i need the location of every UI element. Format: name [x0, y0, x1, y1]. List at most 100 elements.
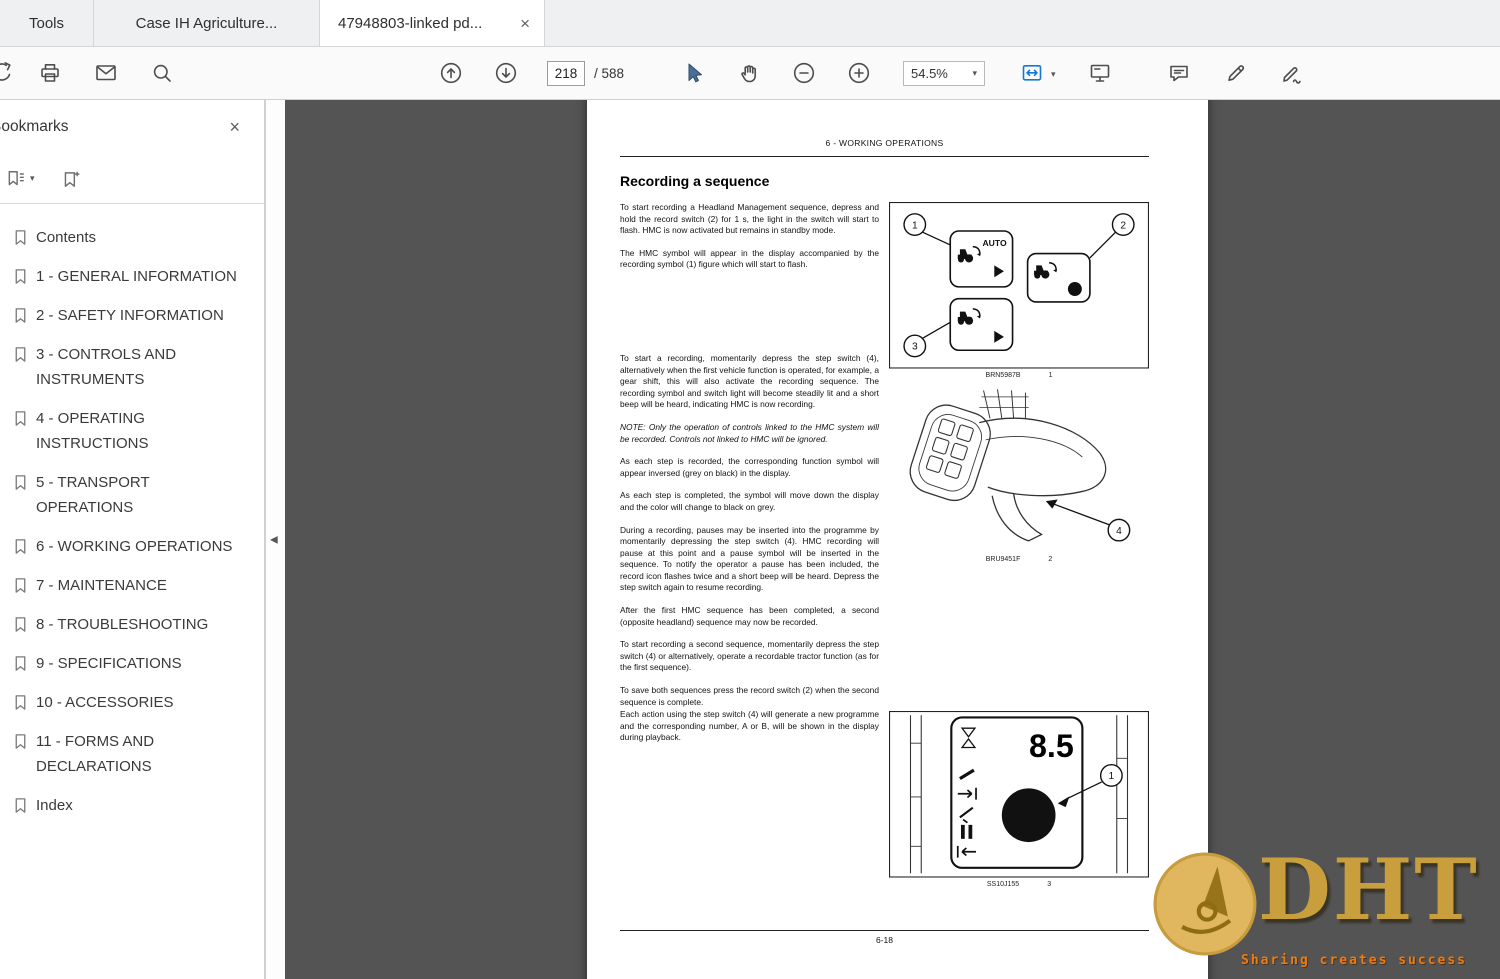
share-icon: [0, 61, 14, 85]
page-separator: /: [594, 66, 598, 81]
select-tool-button[interactable]: [680, 59, 708, 87]
print-button[interactable]: [36, 59, 64, 87]
sidebar-item-safety-information[interactable]: 2 - SAFETY INFORMATION: [12, 296, 238, 335]
figure2-illustration: 4: [889, 384, 1149, 554]
bookmark-icon: [12, 694, 29, 711]
collapse-panel-icon[interactable]: ◀: [270, 534, 278, 545]
display-value: 8.5: [1029, 728, 1074, 764]
figure-number: 2: [1048, 556, 1052, 563]
bookmarks-toolbar: ▾: [0, 154, 264, 204]
sidebar-item-transport-operations[interactable]: 5 - TRANSPORT OPERATIONS: [12, 463, 238, 527]
fill-sign-button[interactable]: [1222, 59, 1250, 87]
search-button[interactable]: [148, 59, 176, 87]
close-tab-icon[interactable]: ×: [520, 15, 530, 32]
plus-circle-icon: [847, 61, 871, 85]
sidebar-item-specifications[interactable]: 9 - SPECIFICATIONS: [12, 644, 238, 683]
tab-document-2[interactable]: 47948803-linked pd... ×: [320, 0, 545, 46]
panel-splitter[interactable]: ◀: [265, 100, 285, 979]
comment-icon: [1167, 61, 1191, 85]
bookmarks-panel: Bookmarks × ▾ Contents: [0, 100, 265, 979]
bookmark-icon: [12, 410, 29, 427]
running-header: 6 - WORKING OPERATIONS: [620, 138, 1149, 148]
chevron-down-icon: ▾: [30, 173, 35, 184]
email-icon: [94, 61, 118, 85]
figure-display: 8.5: [889, 711, 1149, 888]
sidebar-item-general-information[interactable]: 1 - GENERAL INFORMATION: [12, 257, 238, 296]
arrow-down-circle-icon: [494, 61, 518, 85]
figure1-illustration: AUTO: [889, 202, 1149, 369]
sidebar-item-contents[interactable]: Contents: [12, 218, 238, 257]
bookmark-icon: [12, 577, 29, 594]
figure-column: AUTO: [889, 202, 1149, 888]
share-button[interactable]: [0, 59, 16, 87]
paragraph: The HMC symbol will appear in the displa…: [620, 248, 879, 271]
bookmark-icon: [12, 346, 29, 363]
sidebar-item-index[interactable]: Index: [12, 786, 238, 825]
tab-tools[interactable]: Tools: [0, 0, 94, 46]
paragraph: As each step is completed, the symbol wi…: [620, 490, 879, 513]
signature-pen-icon: [1280, 61, 1304, 85]
page-count-label: / 588: [594, 66, 624, 81]
bookmark-icon: [12, 268, 29, 285]
cursor-icon: [682, 61, 706, 85]
watermark-brand: DHT: [1258, 848, 1479, 932]
callout-4: 4: [1116, 525, 1122, 536]
paragraph: To save both sequences press the record …: [620, 685, 879, 708]
page-number-footer: 6-18: [620, 935, 1149, 945]
add-bookmark-button[interactable]: [61, 169, 81, 189]
fit-width-icon: [1020, 61, 1044, 85]
sidebar-item-forms-and-declarations[interactable]: 11 - FORMS AND DECLARATIONS: [12, 722, 238, 786]
figure-code: BRU9451F: [986, 556, 1021, 563]
fit-width-button[interactable]: [1018, 59, 1046, 87]
paragraph: To start recording a Headland Management…: [620, 202, 879, 237]
zoom-value: 54.5%: [911, 66, 948, 81]
header-rule: [620, 156, 1149, 157]
tab-tools-label: Tools: [29, 15, 64, 32]
bookmarks-panel-title: Bookmarks: [0, 118, 69, 136]
bookmark-icon: [12, 538, 29, 555]
zoom-select[interactable]: 54.5% ▾: [903, 61, 985, 86]
email-button[interactable]: [92, 59, 120, 87]
bookmark-icon: [12, 474, 29, 491]
figure-armrest: 4 BRU9451F 2: [889, 384, 1149, 564]
main-area: Bookmarks × ▾ Contents: [0, 100, 1500, 979]
paragraph: To start a recording, momentarily depres…: [620, 353, 879, 411]
zoom-out-button[interactable]: [790, 59, 818, 87]
paragraph: As each step is recorded, the correspond…: [620, 456, 879, 479]
close-panel-icon[interactable]: ×: [229, 117, 240, 138]
callout-2: 2: [1120, 220, 1126, 231]
sidebar-item-accessories[interactable]: 10 - ACCESSORIES: [12, 683, 238, 722]
tab-document-1[interactable]: Case IH Agriculture...: [94, 0, 320, 46]
page-number-input[interactable]: [547, 61, 585, 86]
paragraph: After the first HMC sequence has been co…: [620, 605, 879, 628]
paragraph: Each action using the step switch (4) wi…: [620, 709, 879, 744]
bookmark-icon: [12, 307, 29, 324]
chevron-down-icon: ▾: [972, 68, 977, 79]
bookmark-icon: [12, 733, 29, 750]
sign-button[interactable]: [1278, 59, 1306, 87]
sidebar-item-troubleshooting[interactable]: 8 - TROUBLESHOOTING: [12, 605, 238, 644]
sidebar-item-controls-and-instruments[interactable]: 3 - CONTROLS AND INSTRUMENTS: [12, 335, 238, 399]
bookmark-options-button[interactable]: ▾: [6, 169, 35, 189]
zoom-in-button[interactable]: [845, 59, 873, 87]
sidebar-item-operating-instructions[interactable]: 4 - OPERATING INSTRUCTIONS: [12, 399, 238, 463]
paragraph: To start recording a second sequence, mo…: [620, 639, 879, 674]
note-paragraph: NOTE: Only the operation of controls lin…: [620, 422, 879, 445]
document-canvas[interactable]: 6 - WORKING OPERATIONS Recording a seque…: [285, 100, 1500, 979]
page-total: 588: [602, 66, 625, 81]
previous-page-button[interactable]: [437, 59, 465, 87]
comment-button[interactable]: [1165, 59, 1193, 87]
add-bookmark-icon: [61, 169, 81, 189]
callout-1: 1: [1109, 771, 1115, 782]
figure-record-switches: AUTO: [889, 202, 1149, 379]
minus-circle-icon: [792, 61, 816, 85]
display-settings-button[interactable]: [1086, 59, 1114, 87]
figure-code: SS10J155: [987, 881, 1019, 888]
section-title: Recording a sequence: [620, 173, 1149, 189]
hand-tool-button[interactable]: [735, 59, 763, 87]
sidebar-item-working-operations[interactable]: 6 - WORKING OPERATIONS: [12, 527, 238, 566]
next-page-button[interactable]: [492, 59, 520, 87]
hand-icon: [737, 61, 761, 85]
sidebar-item-maintenance[interactable]: 7 - MAINTENANCE: [12, 566, 238, 605]
fit-options-chevron-icon[interactable]: ▾: [1051, 69, 1056, 80]
